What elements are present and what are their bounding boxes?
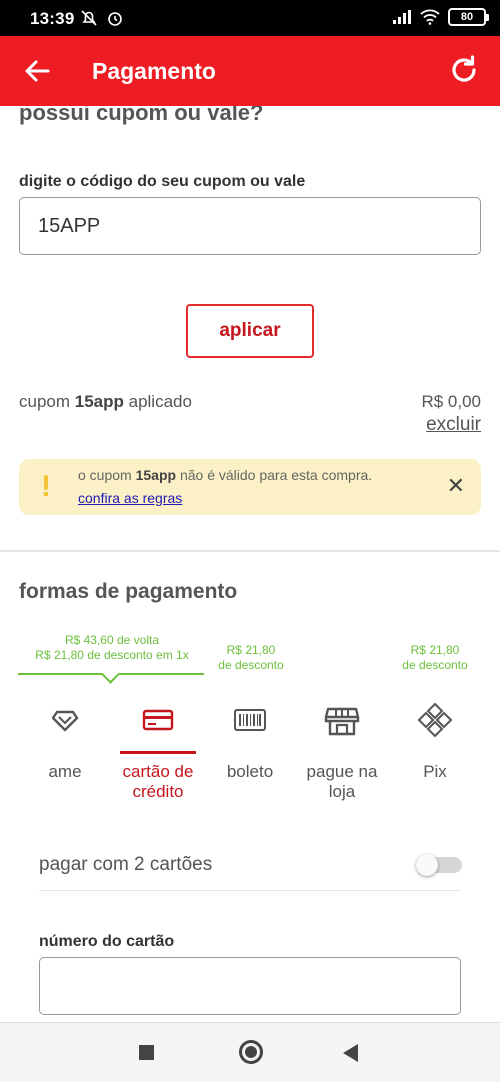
boleto-promo-line1: R$ 21,80	[226, 643, 276, 657]
mute-bell-icon	[81, 10, 97, 26]
card-number-label: número do cartão	[39, 933, 175, 950]
two-cards-label: pagar com 2 cartões	[39, 854, 213, 875]
wifi-icon	[420, 9, 440, 25]
alert-text: o cupom 15app não é válido para esta com…	[78, 467, 372, 483]
app-bar-content: Pagamento	[0, 36, 500, 106]
payment-method-boleto[interactable]: boleto	[205, 700, 295, 782]
active-method-indicator	[120, 751, 196, 754]
two-cards-toggle[interactable]	[416, 854, 462, 876]
apply-coupon-button[interactable]: aplicar	[186, 304, 314, 358]
payment-methods-heading: formas de pagamento	[19, 580, 238, 603]
section-divider	[0, 550, 500, 552]
pix-promo-line1: R$ 21,80	[410, 643, 460, 657]
status-left-icons	[80, 9, 124, 27]
boleto-promo-line2: de desconto	[218, 658, 284, 672]
coupon-applied-code: 15app	[74, 392, 124, 411]
payment-method-pix[interactable]: Pix	[390, 700, 480, 782]
alarm-icon	[108, 12, 122, 26]
system-nav-bar	[0, 1022, 500, 1082]
alert-text-suffix: não é válido para esta compra.	[176, 467, 373, 483]
status-bar: 13:39 80	[0, 0, 500, 36]
refresh-icon[interactable]	[448, 54, 480, 86]
coupon-input[interactable]	[19, 197, 481, 255]
payment-method-store[interactable]: pague na loja	[297, 700, 387, 802]
pix-promo-line2: de desconto	[402, 658, 468, 672]
divider-light	[39, 890, 461, 891]
status-time: 13:39	[30, 9, 75, 28]
recent-apps-button[interactable]	[139, 1045, 154, 1060]
page-title-label: Pagamento	[92, 58, 216, 84]
alert-text-prefix: o cupom	[78, 467, 136, 483]
signal-icon	[393, 10, 411, 24]
system-back-button[interactable]	[343, 1044, 358, 1062]
coupon-field-label: digite o código do seu cupom ou vale	[19, 173, 306, 190]
coupon-applied-prefix: cupom	[19, 392, 75, 411]
coupon-applied-suffix: aplicado	[123, 392, 192, 411]
credit-card-icon	[142, 709, 174, 731]
status-right: 80	[392, 8, 489, 26]
payment-method-label: cartão de crédito	[122, 762, 194, 801]
remove-coupon-link[interactable]: excluir	[426, 414, 481, 436]
battery-level: 80	[460, 11, 474, 23]
toggle-knob	[416, 854, 438, 876]
ame-promo-caret	[101, 665, 120, 684]
card-number-input[interactable]	[39, 957, 461, 1015]
warning-icon: !	[41, 470, 51, 503]
payment-method-label: ame	[48, 762, 82, 781]
coupon-applied-row: cupom 15app aplicado R$ 0,00 excluir	[19, 392, 481, 435]
rules-link[interactable]: confira as regras	[78, 490, 182, 506]
barcode-icon	[234, 709, 266, 731]
payment-method-label: Pix	[423, 762, 447, 781]
alert-code: 15app	[135, 467, 177, 483]
home-button[interactable]	[239, 1040, 263, 1064]
pix-promo: R$ 21,80 de desconto	[394, 643, 476, 673]
payment-method-label: boleto	[226, 762, 274, 781]
battery-icon: 80	[448, 8, 489, 26]
payment-method-label: pague na loja	[306, 762, 378, 801]
payment-method-ame[interactable]: ame	[20, 700, 110, 782]
coupon-discount-value: R$ 0,00	[421, 392, 481, 411]
store-icon	[324, 707, 360, 736]
ame-promo-line1: R$ 43,60 de volta	[64, 633, 160, 647]
ame-promo-line2: R$ 21,80 de desconto em 1x	[35, 648, 189, 662]
ame-promo: R$ 43,60 de volta R$ 21,80 de desconto e…	[20, 633, 204, 663]
ame-heart-icon	[51, 710, 79, 732]
coupon-alert: ! o cupom 15app não é válido para esta c…	[19, 459, 481, 515]
pix-icon	[417, 702, 453, 738]
close-icon[interactable]: ✕	[447, 473, 465, 499]
back-arrow-icon[interactable]	[22, 56, 52, 86]
boleto-promo: R$ 21,80 de desconto	[208, 643, 294, 673]
